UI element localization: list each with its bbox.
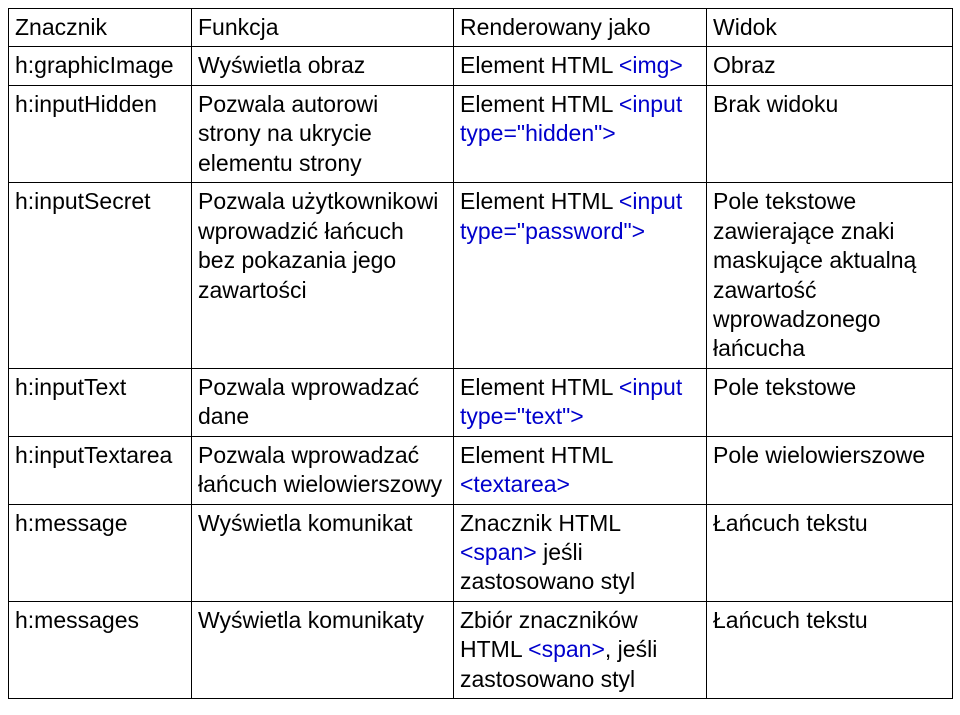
cell-rendered: Element HTML <img> <box>454 47 707 85</box>
cell-tag: h:message <box>9 504 192 601</box>
cell-rendered: Element HTML <input type="password"> <box>454 183 707 369</box>
table-row: h:graphicImage Wyświetla obraz Element H… <box>9 47 953 85</box>
cell-tag: h:inputHidden <box>9 85 192 182</box>
table-row: h:inputText Pozwala wprowadzać dane Elem… <box>9 368 953 436</box>
rendered-plain-a: Znacznik HTML <box>460 510 620 536</box>
cell-tag: h:graphicImage <box>9 47 192 85</box>
cell-func: Wyświetla komunikaty <box>192 601 454 698</box>
cell-rendered: Element HTML <textarea> <box>454 436 707 504</box>
cell-view: Pole tekstowe <box>707 368 953 436</box>
table-row: h:messages Wyświetla komunikaty Zbiór zn… <box>9 601 953 698</box>
rendered-code: <span> <box>460 539 537 565</box>
cell-tag: h:messages <box>9 601 192 698</box>
rendered-plain: Element HTML <box>460 374 619 400</box>
rendered-code: <span> <box>528 636 605 662</box>
cell-tag: h:inputText <box>9 368 192 436</box>
header-renderowany: Renderowany jako <box>454 9 707 47</box>
cell-rendered: Element HTML <input type="hidden"> <box>454 85 707 182</box>
cell-rendered: Element HTML <input type="text"> <box>454 368 707 436</box>
rendered-code: <img> <box>619 52 683 78</box>
table-row: h:inputTextarea Pozwala wprowadzać łańcu… <box>9 436 953 504</box>
cell-func: Pozwala wprowadzać dane <box>192 368 454 436</box>
jsf-tags-table: Znacznik Funkcja Renderowany jako Widok … <box>8 8 953 699</box>
cell-view: Pole wielowierszowe <box>707 436 953 504</box>
table-row: h:message Wyświetla komunikat Znacznik H… <box>9 504 953 601</box>
cell-rendered: Znacznik HTML <span> jeśli zastosowano s… <box>454 504 707 601</box>
cell-func: Pozwala użytkownikowi wprowadzić łańcuch… <box>192 183 454 369</box>
table-row: h:inputHidden Pozwala autorowi strony na… <box>9 85 953 182</box>
cell-func: Wyświetla komunikat <box>192 504 454 601</box>
cell-view: Brak widoku <box>707 85 953 182</box>
rendered-plain: Element HTML <box>460 442 613 468</box>
cell-view: Pole tekstowe zawierające znaki maskując… <box>707 183 953 369</box>
table-row: h:inputSecret Pozwala użytkownikowi wpro… <box>9 183 953 369</box>
cell-view: Łańcuch tekstu <box>707 504 953 601</box>
rendered-plain: Element HTML <box>460 188 619 214</box>
header-funkcja: Funkcja <box>192 9 454 47</box>
header-widok: Widok <box>707 9 953 47</box>
rendered-plain: Element HTML <box>460 52 619 78</box>
header-znacznik: Znacznik <box>9 9 192 47</box>
cell-tag: h:inputTextarea <box>9 436 192 504</box>
table-header-row: Znacznik Funkcja Renderowany jako Widok <box>9 9 953 47</box>
cell-rendered: Zbiór znaczników HTML <span>, jeśli zast… <box>454 601 707 698</box>
cell-func: Wyświetla obraz <box>192 47 454 85</box>
cell-func: Pozwala wprowadzać łańcuch wielowierszow… <box>192 436 454 504</box>
cell-tag: h:inputSecret <box>9 183 192 369</box>
cell-func: Pozwala autorowi strony na ukrycie eleme… <box>192 85 454 182</box>
rendered-code: <textarea> <box>460 471 570 497</box>
rendered-plain: Element HTML <box>460 91 619 117</box>
cell-view: Obraz <box>707 47 953 85</box>
cell-view: Łańcuch tekstu <box>707 601 953 698</box>
